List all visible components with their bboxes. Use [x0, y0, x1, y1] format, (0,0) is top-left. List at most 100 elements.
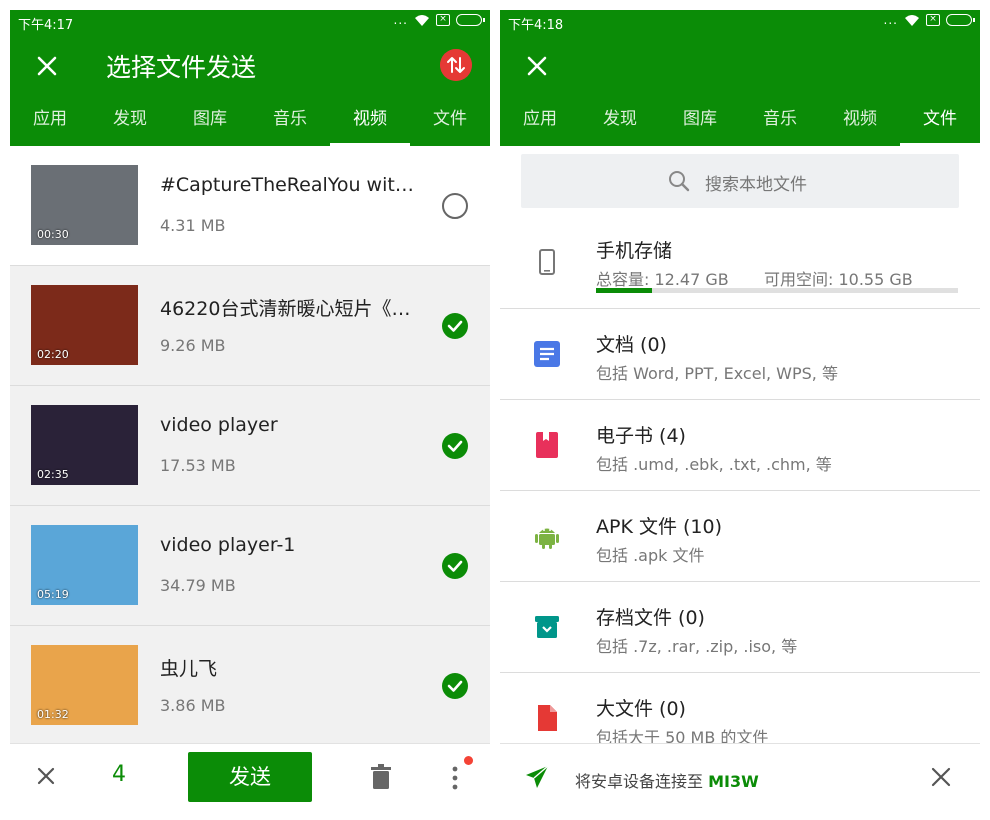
video-thumbnail: 05:19: [31, 525, 138, 605]
close-icon[interactable]: [522, 51, 552, 81]
tab-discover[interactable]: 发现: [580, 96, 660, 146]
no-sim-icon: ×: [926, 14, 940, 26]
search-input[interactable]: 搜索本地文件: [521, 154, 959, 208]
storage-progress-bar: [596, 288, 958, 293]
search-icon: [669, 171, 690, 192]
phone-storage-row[interactable]: 手机存储 总容量: 12.47 GB 可用空间: 10.55 GB: [500, 218, 980, 309]
video-name: video player-1: [160, 534, 296, 556]
video-duration: 00:30: [37, 228, 69, 241]
battery-icon: [456, 14, 485, 26]
category-subtitle: 包括 .umd, .ebk, .txt, .chm, 等: [596, 455, 832, 474]
video-thumbnail: 02:20: [31, 285, 138, 365]
video-size: 3.86 MB: [160, 696, 226, 715]
category-title: APK 文件 (10): [596, 516, 722, 538]
tab-gallery[interactable]: 图库: [170, 96, 250, 146]
document-icon: [534, 341, 560, 367]
tab-apps[interactable]: 应用: [10, 96, 90, 146]
video-duration: 01:32: [37, 708, 69, 721]
video-row[interactable]: 02:20 46220台式清新暖心短片《七分之一》 9.26 MB: [10, 266, 490, 386]
video-thumbnail: 01:32: [31, 645, 138, 725]
video-row[interactable]: 01:32 虫儿飞 3.86 MB: [10, 626, 490, 746]
category-title: 文档 (0): [596, 334, 667, 356]
transfer-icon[interactable]: [440, 49, 472, 81]
more-options-icon[interactable]: [448, 764, 462, 792]
bottom-action-bar: 4 发送: [10, 743, 490, 810]
signal-dots-icon: ...: [883, 13, 898, 27]
battery-icon: [946, 14, 975, 26]
video-thumbnail: 02:35: [31, 405, 138, 485]
status-bar: 下午4:18 ... ×: [500, 10, 980, 34]
category-title: 存档文件 (0): [596, 607, 705, 629]
tab-discover[interactable]: 发现: [90, 96, 170, 146]
select-checkbox[interactable]: [442, 313, 468, 339]
video-size: 17.53 MB: [160, 456, 236, 475]
category-tabs: 应用 发现 图库 音乐 视频 文件: [500, 96, 980, 146]
video-name: video player: [160, 414, 278, 436]
close-icon[interactable]: [32, 51, 62, 81]
archive-icon: [535, 616, 559, 638]
video-size: 9.26 MB: [160, 336, 226, 355]
wifi-icon: [415, 15, 429, 26]
select-checkbox[interactable]: [442, 673, 468, 699]
video-row[interactable]: 00:30 #CaptureTheRealYou with Infinix HO…: [10, 146, 490, 266]
storage-free: 可用空间: 10.55 GB: [764, 270, 913, 289]
status-time: 下午4:17: [18, 18, 74, 33]
video-size: 34.79 MB: [160, 576, 236, 595]
category-row[interactable]: 电子书 (4) 包括 .umd, .ebk, .txt, .chm, 等: [500, 400, 980, 491]
connect-banner: 将安卓设备连接至 MI3W: [500, 743, 980, 810]
selected-count: 4: [112, 762, 126, 787]
video-name: 虫儿飞: [160, 658, 218, 680]
select-checkbox[interactable]: [442, 193, 468, 219]
category-row[interactable]: APK 文件 (10) 包括 .apk 文件: [500, 491, 980, 582]
tab-files[interactable]: 文件: [410, 96, 490, 146]
category-title: 大文件 (0): [596, 698, 686, 720]
tab-music[interactable]: 音乐: [740, 96, 820, 146]
search-placeholder: 搜索本地文件: [705, 175, 807, 195]
phone-icon: [539, 249, 555, 275]
wifi-icon: [905, 15, 919, 26]
storage-total: 总容量: 12.47 GB: [596, 270, 729, 289]
category-row[interactable]: 存档文件 (0) 包括 .7z, .rar, .zip, .iso, 等: [500, 582, 980, 673]
tab-music[interactable]: 音乐: [250, 96, 330, 146]
category-tabs: 应用 发现 图库 音乐 视频 文件: [10, 96, 490, 146]
video-name: #CaptureTheRealYou with Infinix HOT 3: [160, 174, 420, 196]
video-duration: 02:35: [37, 468, 69, 481]
connect-text[interactable]: 将安卓设备连接至 MI3W: [575, 768, 759, 792]
category-title: 电子书 (4): [596, 425, 686, 447]
signal-dots-icon: ...: [393, 13, 408, 27]
category-subtitle: 包括 Word, PPT, Excel, WPS, 等: [596, 364, 838, 383]
app-bar: [500, 34, 980, 96]
device-name: MI3W: [708, 772, 759, 791]
storage-progress-fill: [596, 288, 652, 293]
clear-selection-icon[interactable]: [34, 764, 58, 788]
video-thumbnail: 00:30: [31, 165, 138, 245]
send-plane-icon: [526, 765, 549, 788]
video-row[interactable]: 02:35 video player 17.53 MB: [10, 386, 490, 506]
trash-icon[interactable]: [370, 764, 392, 790]
video-size: 4.31 MB: [160, 216, 226, 235]
tab-apps[interactable]: 应用: [500, 96, 580, 146]
android-icon: [535, 528, 559, 549]
storage-title: 手机存储: [596, 240, 673, 262]
page-title: 选择文件发送: [106, 53, 257, 82]
video-duration: 05:19: [37, 588, 69, 601]
video-name: 46220台式清新暖心短片《七分之一》: [160, 298, 420, 320]
status-time: 下午4:18: [508, 18, 564, 33]
category-subtitle: 包括 .apk 文件: [596, 546, 705, 565]
ebook-icon: [536, 432, 558, 458]
video-row[interactable]: 05:19 video player-1 34.79 MB: [10, 506, 490, 626]
dismiss-icon[interactable]: [930, 766, 952, 788]
tab-video[interactable]: 视频: [330, 96, 410, 146]
left-screen: 下午4:17 ... × 选择文件发送 应用 发现 图库 音乐 视频 文件 00…: [10, 10, 490, 810]
select-checkbox[interactable]: [442, 553, 468, 579]
category-row[interactable]: 文档 (0) 包括 Word, PPT, Excel, WPS, 等: [500, 309, 980, 400]
right-screen: 下午4:18 ... × 应用 发现 图库 音乐 视频 文件 搜索本地文件 手机…: [500, 10, 980, 810]
category-subtitle: 包括 .7z, .rar, .zip, .iso, 等: [596, 637, 798, 656]
tab-files[interactable]: 文件: [900, 96, 980, 146]
video-duration: 02:20: [37, 348, 69, 361]
tab-video[interactable]: 视频: [820, 96, 900, 146]
select-checkbox[interactable]: [442, 433, 468, 459]
tab-gallery[interactable]: 图库: [660, 96, 740, 146]
app-bar: 选择文件发送: [10, 34, 490, 96]
send-button[interactable]: 发送: [188, 752, 312, 802]
